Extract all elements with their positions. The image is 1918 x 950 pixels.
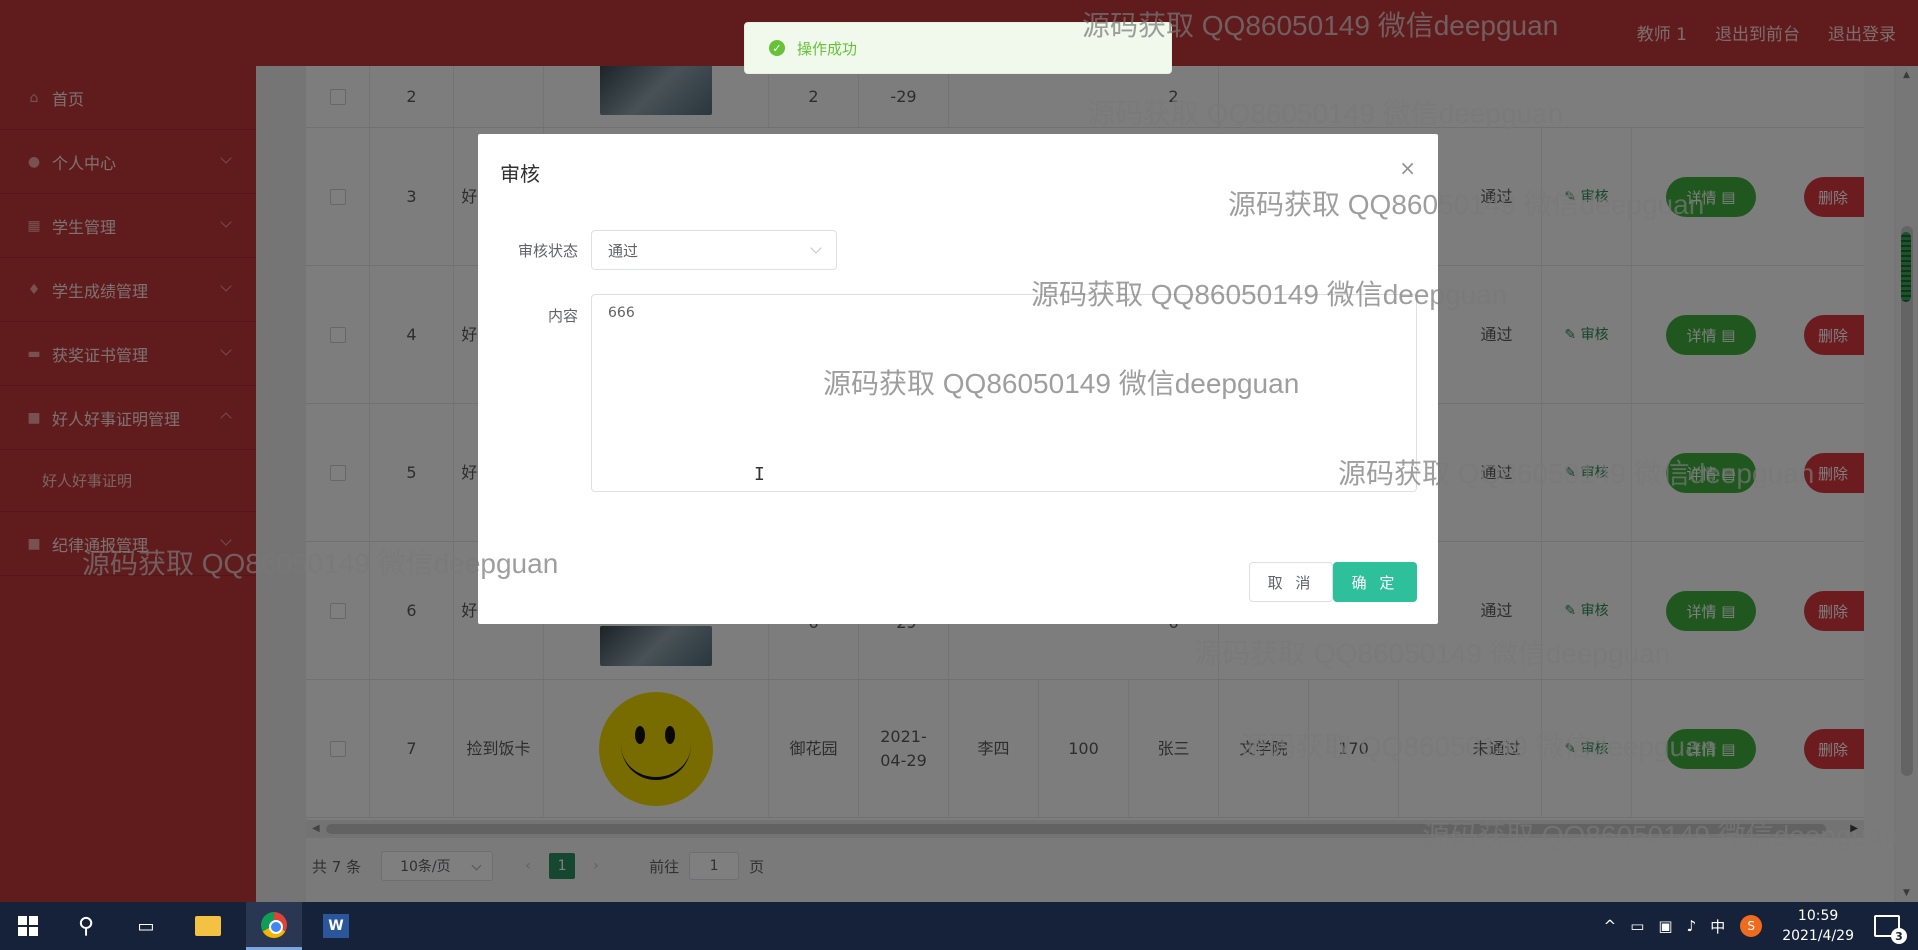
- chevron-down-icon: [810, 242, 822, 254]
- chrome-taskbar-button[interactable]: [246, 902, 302, 950]
- close-icon[interactable]: ×: [1399, 156, 1416, 180]
- clock[interactable]: 10:59 2021/4/29: [1782, 906, 1854, 946]
- watermark: 源码获取 QQ86050149 微信deepguan: [1338, 458, 1815, 489]
- watermark: 源码获取 QQ86050149 微信deepguan: [1194, 638, 1671, 669]
- word-taskbar-button[interactable]: W: [308, 902, 364, 950]
- clock-date: 2021/4/29: [1782, 928, 1854, 944]
- file-explorer-button[interactable]: [180, 902, 236, 950]
- chevron-up-icon[interactable]: ^: [1604, 917, 1617, 935]
- status-select[interactable]: 通过: [591, 230, 837, 270]
- confirm-button[interactable]: 确 定: [1333, 562, 1417, 602]
- network-icon[interactable]: ▣: [1658, 917, 1672, 935]
- text-cursor-icon: I: [754, 464, 765, 485]
- content-label: 内容: [547, 307, 578, 325]
- watermark: 源码获取 QQ86050149 微信deepguan: [1240, 731, 1717, 762]
- windows-taskbar: ⚲ ▭ W ^ ▭ ▣ ♪ 中 S 10:59 2021/4/29 3: [0, 902, 1918, 950]
- start-button[interactable]: [0, 902, 56, 950]
- notification-count: 3: [1891, 928, 1907, 944]
- task-view-icon[interactable]: ▭: [118, 902, 174, 950]
- check-circle-icon: ✓: [769, 40, 785, 56]
- cancel-button[interactable]: 取 消: [1249, 562, 1333, 602]
- watermark: 源码获取 QQ86050149 微信deepguan: [1031, 279, 1508, 310]
- system-tray: ^ ▭ ▣ ♪ 中 S 10:59 2021/4/29 3: [1597, 902, 1918, 950]
- dialog-title: 审核: [500, 162, 540, 186]
- watermark: 源码获取 QQ86050149 微信deepguan: [823, 368, 1300, 399]
- sogou-input-icon[interactable]: S: [1740, 915, 1763, 937]
- status-select-value: 通过: [608, 241, 639, 260]
- watermark: 源码获取 QQ86050149 微信deepguan: [1228, 189, 1705, 220]
- watermark: 源码获取 QQ86050149 微信deepguan: [82, 548, 559, 579]
- word-icon: W: [323, 914, 349, 938]
- watermark: 源码获取 QQ86050149 微信deepguan: [1082, 10, 1559, 41]
- folder-icon: [195, 916, 221, 936]
- chrome-icon: [261, 911, 287, 938]
- battery-icon[interactable]: ▭: [1630, 917, 1644, 935]
- watermark: 源码获取 QQ86050149 微信deepguan: [1422, 820, 1899, 851]
- status-label: 审核状态: [517, 242, 578, 260]
- search-icon[interactable]: ⚲: [58, 902, 114, 950]
- windows-logo-icon: [18, 916, 38, 936]
- ime-indicator[interactable]: 中: [1710, 916, 1725, 937]
- clock-time: 10:59: [1797, 908, 1839, 924]
- watermark: 源码获取 QQ86050149 微信deepguan: [1087, 98, 1564, 129]
- toast-message: 操作成功: [797, 39, 858, 58]
- notification-center-icon[interactable]: 3: [1874, 915, 1907, 944]
- volume-icon[interactable]: ♪: [1687, 917, 1697, 935]
